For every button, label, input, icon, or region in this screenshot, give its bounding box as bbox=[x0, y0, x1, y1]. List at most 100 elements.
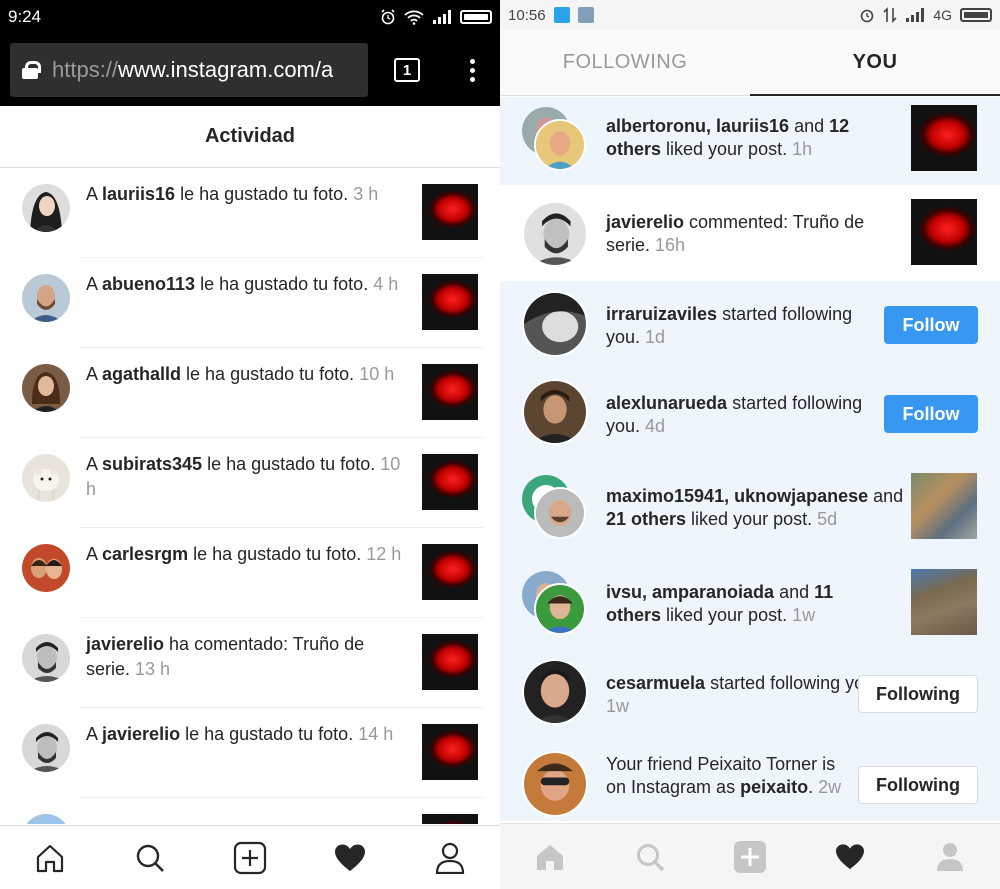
post-thumbnail[interactable] bbox=[422, 634, 478, 690]
username[interactable]: javierelio bbox=[606, 212, 684, 232]
avatar[interactable] bbox=[22, 454, 70, 502]
heart-icon[interactable] bbox=[833, 840, 867, 874]
list-item[interactable]: albertoronu, lauriis16 and 12 others lik… bbox=[500, 97, 1000, 185]
tab-you[interactable]: YOU bbox=[750, 30, 1000, 96]
post-thumbnail[interactable] bbox=[911, 105, 977, 171]
avatar[interactable] bbox=[22, 274, 70, 322]
status-bar: 10:56 4G bbox=[500, 0, 1000, 30]
activity-tabs: FOLLOWING YOU bbox=[500, 30, 1000, 96]
username[interactable]: javierelio bbox=[86, 634, 164, 654]
avatar[interactable] bbox=[522, 379, 588, 445]
list-item[interactable]: ivsu, amparanoiada and 11 others liked y… bbox=[500, 553, 1000, 645]
list-item[interactable]: javierelio commented: Truño de serie. 16… bbox=[500, 185, 1000, 281]
avatar[interactable] bbox=[522, 751, 588, 817]
activity-list: albertoronu, lauriis16 and 12 others lik… bbox=[500, 97, 1000, 821]
browser-toolbar: https:// www.instagram.com/a 1 bbox=[0, 34, 500, 106]
timestamp: 1h bbox=[792, 139, 813, 159]
follow-button[interactable]: Follow bbox=[884, 395, 978, 433]
list-item[interactable] bbox=[0, 798, 500, 824]
profile-icon[interactable] bbox=[433, 841, 467, 875]
list-item[interactable]: A agathalld le ha gustado tu foto. 10 h bbox=[0, 348, 500, 438]
following-button[interactable]: Following bbox=[858, 766, 978, 804]
username[interactable]: irraruizaviles bbox=[606, 304, 717, 324]
list-item[interactable]: javierelio ha comentado: Truño de serie.… bbox=[0, 618, 500, 708]
post-thumbnail[interactable] bbox=[911, 569, 977, 635]
tab-switcher-button[interactable]: 1 bbox=[394, 58, 420, 82]
avatar[interactable] bbox=[522, 201, 588, 267]
avatar[interactable] bbox=[22, 364, 70, 412]
avatar[interactable] bbox=[522, 291, 588, 357]
list-item[interactable]: A subirats345 le ha gustado tu foto. 10 … bbox=[0, 438, 500, 528]
avatar[interactable] bbox=[22, 814, 70, 824]
timestamp: 1w bbox=[606, 696, 630, 716]
timestamp: 14 h bbox=[358, 724, 394, 744]
signal-icon bbox=[433, 10, 451, 24]
left-screen: 9:24 https:// www.instagram.com/a 1 Acti… bbox=[0, 0, 500, 889]
list-item[interactable]: irraruizaviles started following you. 1d… bbox=[500, 281, 1000, 369]
add-icon[interactable] bbox=[233, 841, 267, 875]
profile-icon[interactable] bbox=[933, 840, 967, 874]
post-thumbnail[interactable] bbox=[911, 199, 977, 265]
username[interactable]: alexlunarueda bbox=[606, 393, 727, 413]
search-icon[interactable] bbox=[133, 841, 167, 875]
alarm-icon bbox=[861, 9, 874, 23]
battery-icon bbox=[460, 10, 492, 24]
username[interactable]: subirats345 bbox=[102, 454, 202, 474]
username[interactable]: carlesrgm bbox=[102, 544, 188, 564]
battery-icon bbox=[960, 8, 992, 22]
activity-list: A lauriis16 le ha gustado tu foto. 3 h A… bbox=[0, 168, 500, 824]
username[interactable]: agathalld bbox=[102, 364, 181, 384]
post-thumbnail[interactable] bbox=[422, 274, 478, 330]
username[interactable]: cesarmuela bbox=[606, 673, 705, 693]
post-thumbnail[interactable] bbox=[422, 454, 478, 510]
list-item[interactable]: A carlesrgm le ha gustado tu foto. 12 h bbox=[0, 528, 500, 618]
status-time: 10:56 bbox=[508, 6, 546, 24]
avatar[interactable] bbox=[534, 119, 586, 171]
username[interactable]: albertoronu, lauriis16 bbox=[606, 116, 789, 136]
status-bar: 9:24 bbox=[0, 0, 500, 34]
heart-icon[interactable] bbox=[333, 841, 367, 875]
list-item[interactable]: A abueno113 le ha gustado tu foto. 4 h bbox=[0, 258, 500, 348]
home-icon[interactable] bbox=[33, 841, 67, 875]
timestamp: 1d bbox=[645, 327, 666, 347]
post-thumbnail[interactable] bbox=[422, 364, 478, 420]
avatar[interactable] bbox=[534, 583, 586, 635]
list-item[interactable]: alexlunarueda started following you. 4d … bbox=[500, 369, 1000, 461]
list-item[interactable]: Your friend Peixaito Torner is on Instag… bbox=[500, 737, 1000, 821]
timestamp: 3 h bbox=[353, 184, 379, 204]
avatar[interactable] bbox=[22, 724, 70, 772]
bottom-nav bbox=[500, 823, 1000, 889]
follow-button[interactable]: Follow bbox=[884, 306, 978, 344]
list-item[interactable]: cesarmuela started following you. 1w Fol… bbox=[500, 645, 1000, 737]
avatar[interactable] bbox=[534, 487, 586, 539]
post-thumbnail[interactable] bbox=[422, 184, 478, 240]
list-item[interactable]: A javierelio le ha gustado tu foto. 14 h bbox=[0, 708, 500, 798]
avatar[interactable] bbox=[22, 184, 70, 232]
signal-icon bbox=[906, 8, 925, 22]
username[interactable]: peixaito bbox=[740, 777, 808, 797]
add-icon[interactable] bbox=[733, 840, 767, 874]
list-item[interactable]: maximo15941, uknowjapanese and 21 others… bbox=[500, 461, 1000, 553]
post-thumbnail[interactable] bbox=[422, 544, 478, 600]
avatar[interactable] bbox=[22, 544, 70, 592]
url-bar[interactable]: https:// www.instagram.com/a bbox=[10, 43, 368, 97]
right-screen: 10:56 4G FOLLOWING YOU albertoronu, laur… bbox=[500, 0, 1000, 889]
list-item[interactable]: A lauriis16 le ha gustado tu foto. 3 h bbox=[0, 168, 500, 258]
username[interactable]: maximo15941, uknowjapanese bbox=[606, 486, 868, 506]
post-thumbnail[interactable] bbox=[422, 814, 478, 824]
username[interactable]: javierelio bbox=[102, 724, 180, 744]
lock-icon bbox=[22, 61, 41, 79]
username[interactable]: ivsu, amparanoiada bbox=[606, 582, 774, 602]
avatar[interactable] bbox=[22, 634, 70, 682]
more-menu-icon[interactable] bbox=[470, 58, 475, 82]
post-thumbnail[interactable] bbox=[422, 724, 478, 780]
timestamp: 13 h bbox=[135, 659, 171, 679]
avatar[interactable] bbox=[522, 659, 588, 725]
username[interactable]: abueno113 bbox=[102, 274, 195, 294]
home-icon[interactable] bbox=[533, 840, 567, 874]
username[interactable]: lauriis16 bbox=[102, 184, 175, 204]
post-thumbnail[interactable] bbox=[911, 473, 977, 539]
search-icon[interactable] bbox=[633, 840, 667, 874]
tab-following[interactable]: FOLLOWING bbox=[500, 30, 750, 95]
following-button[interactable]: Following bbox=[858, 675, 978, 713]
